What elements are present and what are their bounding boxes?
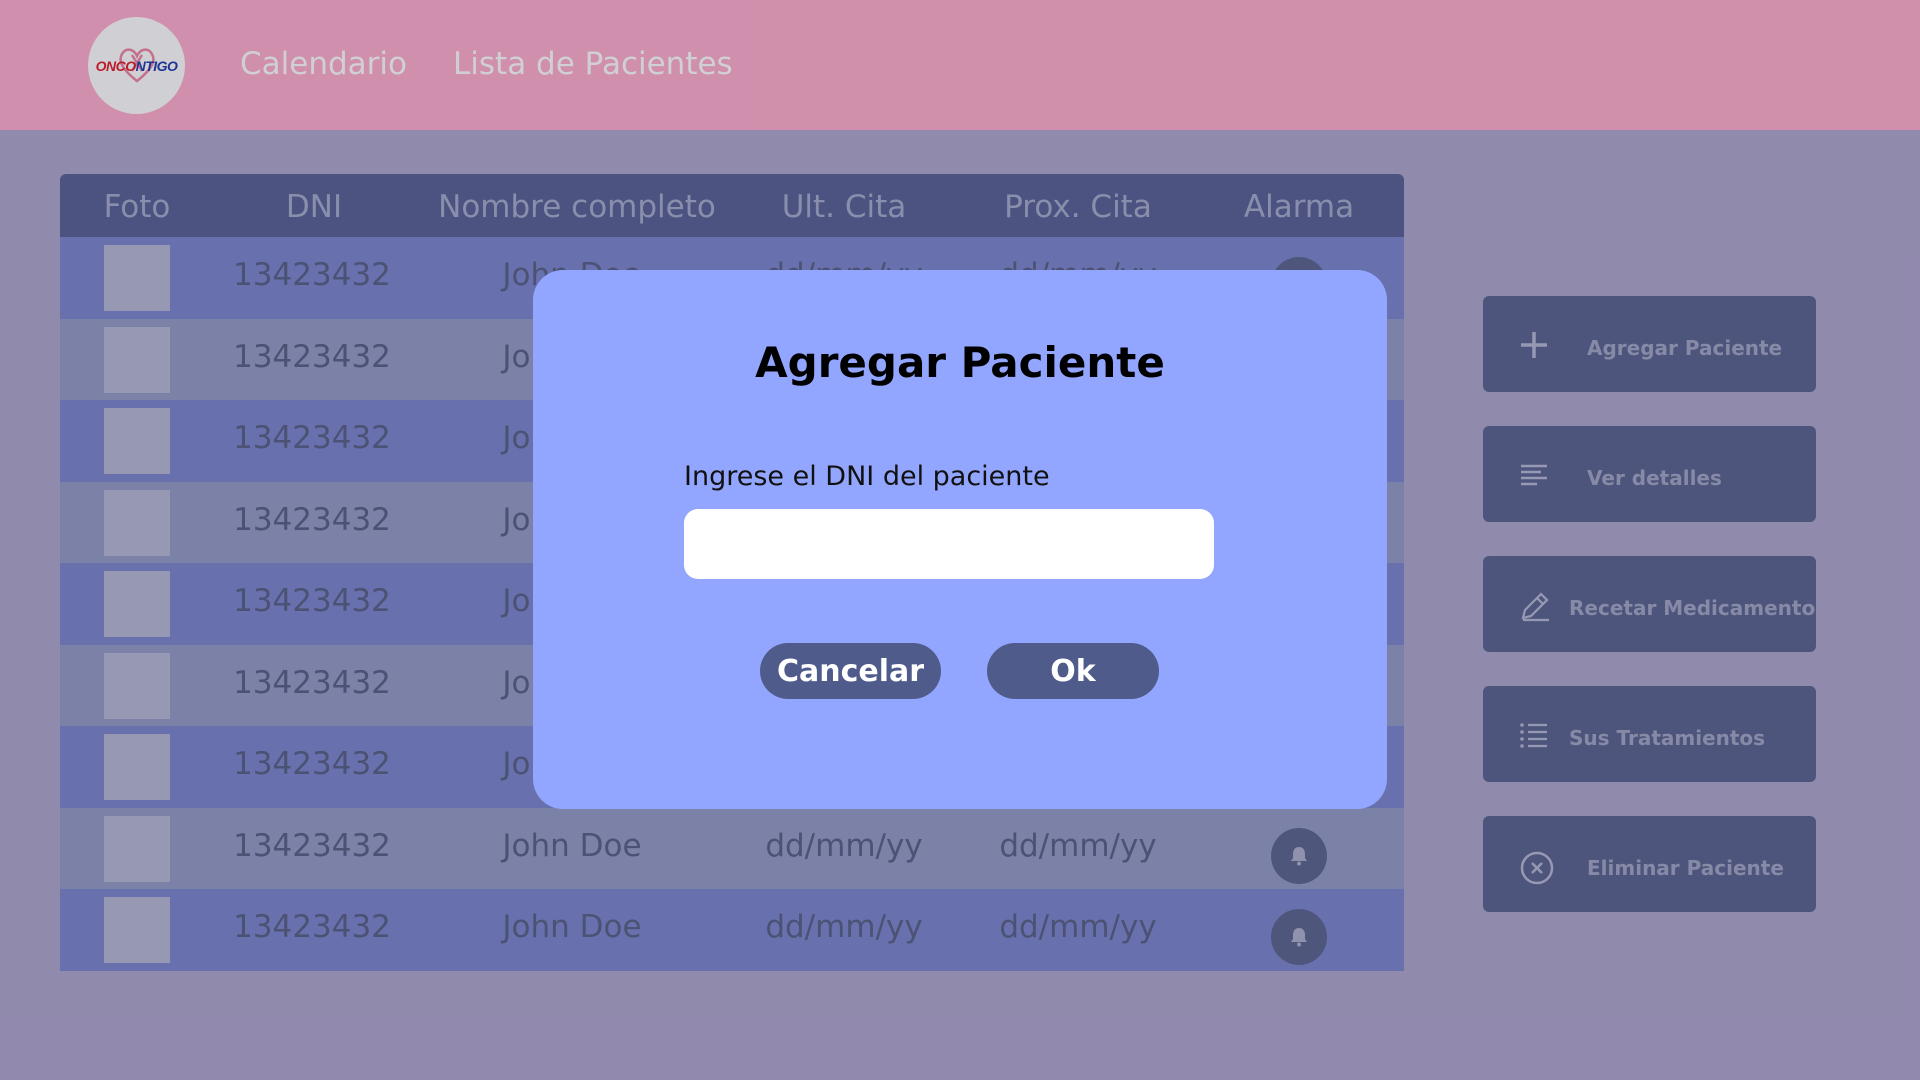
cancel-button[interactable]: Cancelar [760,643,941,699]
add-patient-dialog: Agregar Paciente Ingrese el DNI del paci… [533,270,1387,809]
ok-button[interactable]: Ok [987,643,1159,699]
dni-input[interactable] [684,509,1214,579]
dni-field-label: Ingrese el DNI del paciente [684,461,1050,492]
dialog-title: Agregar Paciente [755,338,1165,387]
